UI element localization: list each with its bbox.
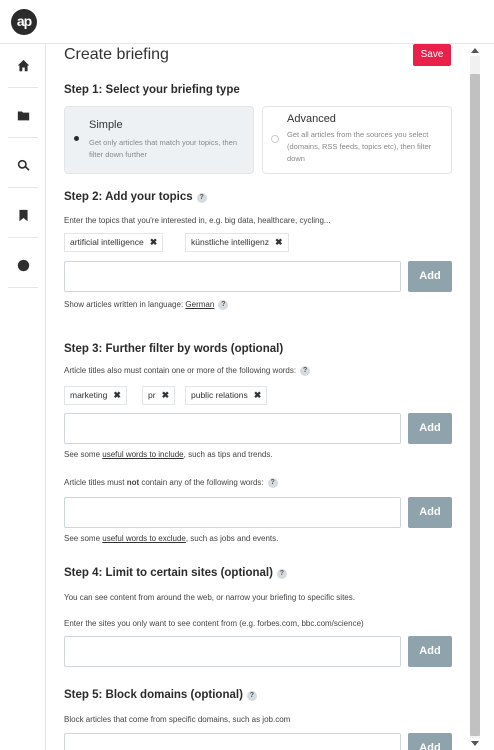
include-word-label: marketing bbox=[70, 390, 108, 400]
scroll-thumb[interactable] bbox=[470, 74, 480, 736]
step2-instructions: Enter the topics that you're interested … bbox=[64, 216, 331, 225]
step2-title: Step 2: Add your topics? bbox=[64, 191, 207, 203]
remove-tag-icon[interactable]: ✖ bbox=[150, 237, 158, 247]
type-option-advanced[interactable]: Advanced Get all articles from the sourc… bbox=[262, 106, 452, 174]
step2-help-icon[interactable]: ? bbox=[196, 193, 207, 203]
add-topic-button[interactable]: Add bbox=[408, 261, 452, 292]
advanced-label: Advanced bbox=[287, 113, 336, 125]
include-word-tag: pr ✖ bbox=[142, 386, 176, 405]
step5-title: Step 5: Block domains (optional)? bbox=[64, 689, 257, 701]
app-logo[interactable]: ap bbox=[11, 9, 37, 35]
briefing-form: Create briefing Save Step 1: Select your… bbox=[46, 44, 466, 750]
advanced-radio[interactable] bbox=[271, 135, 279, 143]
save-button[interactable]: Save bbox=[413, 44, 451, 66]
sites-input[interactable] bbox=[64, 636, 401, 667]
include-word-label: pr bbox=[148, 390, 156, 400]
exclude-prefix: Article titles must bbox=[64, 478, 127, 487]
step1-title: Step 1: Select your briefing type bbox=[64, 84, 240, 96]
step4-description: You can see content from around the web,… bbox=[64, 593, 355, 602]
sidebar-item-globe[interactable] bbox=[8, 244, 38, 288]
remove-tag-icon[interactable]: ✖ bbox=[113, 390, 121, 400]
top-bar: ap bbox=[0, 0, 494, 44]
sidebar-item-bookmark[interactable] bbox=[8, 194, 38, 238]
simple-radio[interactable] bbox=[74, 136, 79, 141]
include-hint: See some useful words to include, such a… bbox=[64, 450, 273, 459]
include-help-icon[interactable]: ? bbox=[300, 366, 311, 376]
sidebar bbox=[0, 44, 46, 750]
step4-title-text: Step 4: Limit to certain sites (optional… bbox=[64, 567, 273, 579]
include-hint-suffix: , such as tips and trends. bbox=[183, 450, 273, 459]
useful-words-include-link[interactable]: useful words to include bbox=[102, 450, 183, 459]
exclude-suffix: contain any of the following words: bbox=[139, 478, 264, 487]
sidebar-item-home[interactable] bbox=[8, 44, 38, 88]
block-domains-input[interactable] bbox=[64, 733, 401, 750]
sidebar-item-search[interactable] bbox=[8, 144, 38, 188]
exclude-hint-suffix: , such as jobs and events. bbox=[185, 534, 279, 543]
remove-tag-icon[interactable]: ✖ bbox=[254, 390, 262, 400]
include-word-label: public relations bbox=[191, 390, 248, 400]
add-block-domain-button[interactable]: Add bbox=[408, 733, 452, 750]
exclude-hint: See some useful words to exclude, such a… bbox=[64, 534, 278, 543]
step4-help-icon[interactable]: ? bbox=[276, 569, 287, 579]
language-label: Show articles written in language: bbox=[64, 300, 184, 309]
topic-tag-label: artificial intelligence bbox=[70, 237, 144, 247]
page-title: Create briefing bbox=[64, 46, 169, 63]
sidebar-item-folder[interactable] bbox=[8, 94, 38, 138]
step5-help-icon[interactable]: ? bbox=[246, 691, 257, 701]
topic-tag: artificial intelligence ✖ bbox=[64, 233, 164, 252]
step2-title-text: Step 2: Add your topics bbox=[64, 191, 193, 203]
remove-tag-icon[interactable]: ✖ bbox=[275, 237, 283, 247]
language-line: Show articles written in language: Germa… bbox=[64, 300, 229, 310]
topic-tag-label: künstliche intelligenz bbox=[191, 237, 269, 247]
step4-instructions: Enter the sites you only want to see con… bbox=[64, 619, 364, 628]
bookmark-icon bbox=[18, 209, 28, 222]
step3-title: Step 3: Further filter by words (optiona… bbox=[64, 343, 284, 355]
topics-input[interactable] bbox=[64, 261, 401, 292]
include-instructions: Article titles also must contain one or … bbox=[64, 366, 311, 376]
advanced-description: Get all articles from the sources you se… bbox=[287, 130, 432, 163]
language-value-link[interactable]: German bbox=[185, 300, 214, 309]
scroll-up-icon[interactable] bbox=[471, 48, 479, 53]
add-include-word-button[interactable]: Add bbox=[408, 413, 452, 444]
simple-description: Get only articles that match your topics… bbox=[89, 138, 237, 159]
globe-icon bbox=[17, 259, 29, 272]
type-option-simple[interactable]: Simple Get only articles that match your… bbox=[64, 106, 254, 174]
include-word-tag: marketing ✖ bbox=[64, 386, 127, 405]
useful-words-exclude-link[interactable]: useful words to exclude bbox=[102, 534, 186, 543]
remove-tag-icon[interactable]: ✖ bbox=[162, 390, 170, 400]
include-word-tag: public relations ✖ bbox=[185, 386, 268, 405]
exclude-words-input[interactable] bbox=[64, 497, 401, 528]
add-exclude-word-button[interactable]: Add bbox=[408, 497, 452, 528]
add-site-button[interactable]: Add bbox=[408, 636, 452, 667]
simple-label: Simple bbox=[89, 119, 123, 131]
folder-icon bbox=[17, 111, 29, 121]
step4-title: Step 4: Limit to certain sites (optional… bbox=[64, 567, 287, 579]
home-icon bbox=[17, 59, 29, 72]
step5-title-text: Step 5: Block domains (optional) bbox=[64, 689, 243, 701]
step5-description: Block articles that come from specific d… bbox=[64, 715, 291, 724]
include-hint-prefix: See some bbox=[64, 450, 103, 459]
include-instructions-text: Article titles also must contain one or … bbox=[64, 366, 297, 375]
include-words-input[interactable] bbox=[64, 413, 401, 444]
scroll-down-icon[interactable] bbox=[471, 741, 479, 746]
language-help-icon[interactable]: ? bbox=[218, 300, 229, 310]
exclude-instructions: Article titles must not contain any of t… bbox=[64, 478, 278, 488]
scrollbar[interactable] bbox=[466, 44, 494, 750]
exclude-bold: not bbox=[126, 478, 140, 487]
exclude-help-icon[interactable]: ? bbox=[267, 478, 278, 488]
search-icon bbox=[17, 159, 30, 171]
exclude-hint-prefix: See some bbox=[64, 534, 103, 543]
topic-tag: künstliche intelligenz ✖ bbox=[185, 233, 289, 252]
